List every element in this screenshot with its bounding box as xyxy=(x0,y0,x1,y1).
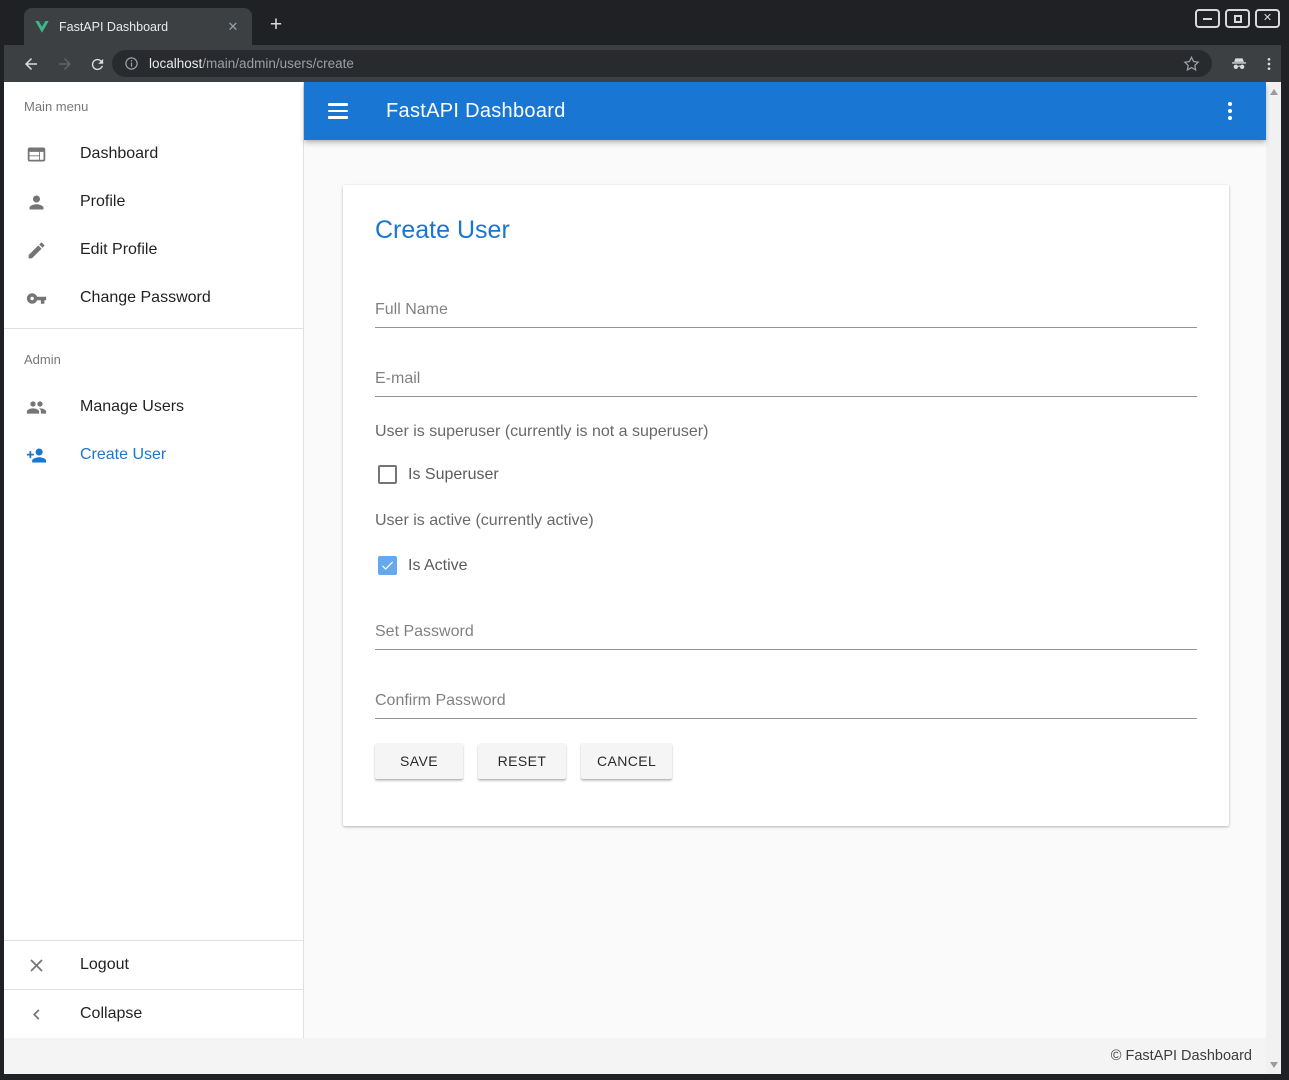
superuser-hint: User is superuser (currently is not a su… xyxy=(375,423,1197,441)
is-active-label[interactable]: Is Active xyxy=(408,557,468,575)
sidebar-item-label: Logout xyxy=(80,956,129,974)
sidebar-item-change-password[interactable]: Change Password xyxy=(4,274,303,322)
save-button[interactable]: SAVE xyxy=(375,743,463,779)
close-icon xyxy=(24,953,48,977)
browser-window: FastAPI Dashboard ✕ + ✕ localhost/main/a… xyxy=(0,0,1289,1080)
app-bar-menu-icon[interactable] xyxy=(1218,99,1242,123)
reload-button[interactable] xyxy=(84,51,110,77)
new-tab-button[interactable]: + xyxy=(262,12,290,40)
cancel-button[interactable]: CANCEL xyxy=(581,743,672,779)
sidebar-item-label: Dashboard xyxy=(80,145,158,163)
app-bar-title: FastAPI Dashboard xyxy=(386,100,566,123)
sidebar-item-label: Create User xyxy=(80,446,166,464)
browser-menu-button[interactable] xyxy=(1256,51,1282,77)
is-active-row: Is Active xyxy=(375,556,1197,575)
scroll-down-arrow-icon[interactable] xyxy=(1266,1057,1281,1072)
bookmark-star-icon[interactable] xyxy=(1183,55,1200,72)
form-actions: SAVE RESET CANCEL xyxy=(375,743,1197,779)
sidebar: Main menu Dashboard Profile Edit Profile xyxy=(4,82,304,1038)
sidebar-divider xyxy=(4,328,303,329)
vue-favicon-icon xyxy=(34,19,50,35)
page-title: Create User xyxy=(375,215,1197,245)
sidebar-item-label: Manage Users xyxy=(80,398,184,416)
sidebar-item-edit-profile[interactable]: Edit Profile xyxy=(4,226,303,274)
page-footer: © FastAPI Dashboard xyxy=(4,1038,1266,1074)
tab-close-icon[interactable]: ✕ xyxy=(224,18,242,36)
site-info-icon[interactable] xyxy=(124,56,139,71)
full-name-field-wrap xyxy=(375,301,1197,328)
dashboard-icon xyxy=(24,142,48,166)
sidebar-header-main-menu: Main menu xyxy=(4,82,303,130)
people-icon xyxy=(24,395,48,419)
confirm-password-field-wrap xyxy=(375,692,1197,719)
page-viewport: Main menu Dashboard Profile Edit Profile xyxy=(4,82,1281,1074)
set-password-field-wrap xyxy=(375,623,1197,650)
tab-strip: FastAPI Dashboard ✕ + ✕ xyxy=(0,0,1289,45)
sidebar-item-manage-users[interactable]: Manage Users xyxy=(4,383,303,431)
scroll-up-arrow-icon[interactable] xyxy=(1266,84,1281,99)
is-superuser-label[interactable]: Is Superuser xyxy=(408,466,499,484)
incognito-icon xyxy=(1226,51,1252,77)
email-field-wrap xyxy=(375,370,1197,397)
tab-title: FastAPI Dashboard xyxy=(59,20,224,34)
sidebar-item-create-user[interactable]: Create User xyxy=(4,431,303,479)
sidebar-item-label: Change Password xyxy=(80,289,211,307)
key-icon xyxy=(24,286,48,310)
sidebar-item-label: Collapse xyxy=(80,1005,142,1023)
active-hint: User is active (currently active) xyxy=(375,512,1197,530)
person-add-icon xyxy=(24,443,48,467)
sidebar-item-profile[interactable]: Profile xyxy=(4,178,303,226)
is-active-checkbox[interactable] xyxy=(378,556,397,575)
browser-tab[interactable]: FastAPI Dashboard ✕ xyxy=(24,8,252,45)
sidebar-spacer xyxy=(4,479,303,940)
url-path: /main/admin/users/create xyxy=(202,56,354,71)
back-button[interactable] xyxy=(18,51,44,77)
main-content: Create User User is superuser (currently… xyxy=(304,140,1266,1038)
vertical-scrollbar[interactable] xyxy=(1266,82,1281,1074)
sidebar-item-collapse[interactable]: Collapse xyxy=(4,990,303,1038)
chevron-left-icon xyxy=(24,1002,48,1026)
pencil-icon xyxy=(24,238,48,262)
url-host: localhost xyxy=(149,56,202,71)
sidebar-item-label: Edit Profile xyxy=(80,241,157,259)
is-superuser-checkbox[interactable] xyxy=(378,465,397,484)
copyright-text: © FastAPI Dashboard xyxy=(1111,1048,1252,1064)
sidebar-item-label: Profile xyxy=(80,193,125,211)
maximize-icon xyxy=(1234,15,1242,23)
close-window-button[interactable]: ✕ xyxy=(1255,9,1280,28)
is-superuser-row: Is Superuser xyxy=(375,465,1197,484)
sidebar-header-admin: Admin xyxy=(4,335,303,383)
sidebar-item-dashboard[interactable]: Dashboard xyxy=(4,130,303,178)
forward-button[interactable] xyxy=(52,51,78,77)
email-input[interactable] xyxy=(375,370,1197,397)
app-bar: FastAPI Dashboard xyxy=(304,82,1266,140)
hamburger-menu-icon[interactable] xyxy=(328,99,352,123)
minimize-button[interactable] xyxy=(1195,9,1220,28)
create-user-card: Create User User is superuser (currently… xyxy=(343,185,1229,826)
confirm-password-input[interactable] xyxy=(375,692,1197,719)
maximize-button[interactable] xyxy=(1225,9,1250,28)
set-password-input[interactable] xyxy=(375,623,1197,650)
full-name-input[interactable] xyxy=(375,301,1197,328)
reset-button[interactable]: RESET xyxy=(478,743,566,779)
close-window-icon: ✕ xyxy=(1263,13,1272,24)
url-text: localhost/main/admin/users/create xyxy=(149,56,1183,71)
person-icon xyxy=(24,190,48,214)
window-controls: ✕ xyxy=(1195,9,1280,28)
browser-toolbar: localhost/main/admin/users/create xyxy=(4,45,1281,82)
minimize-icon xyxy=(1203,18,1212,20)
sidebar-item-logout[interactable]: Logout xyxy=(4,941,303,989)
address-bar[interactable]: localhost/main/admin/users/create xyxy=(112,50,1212,77)
